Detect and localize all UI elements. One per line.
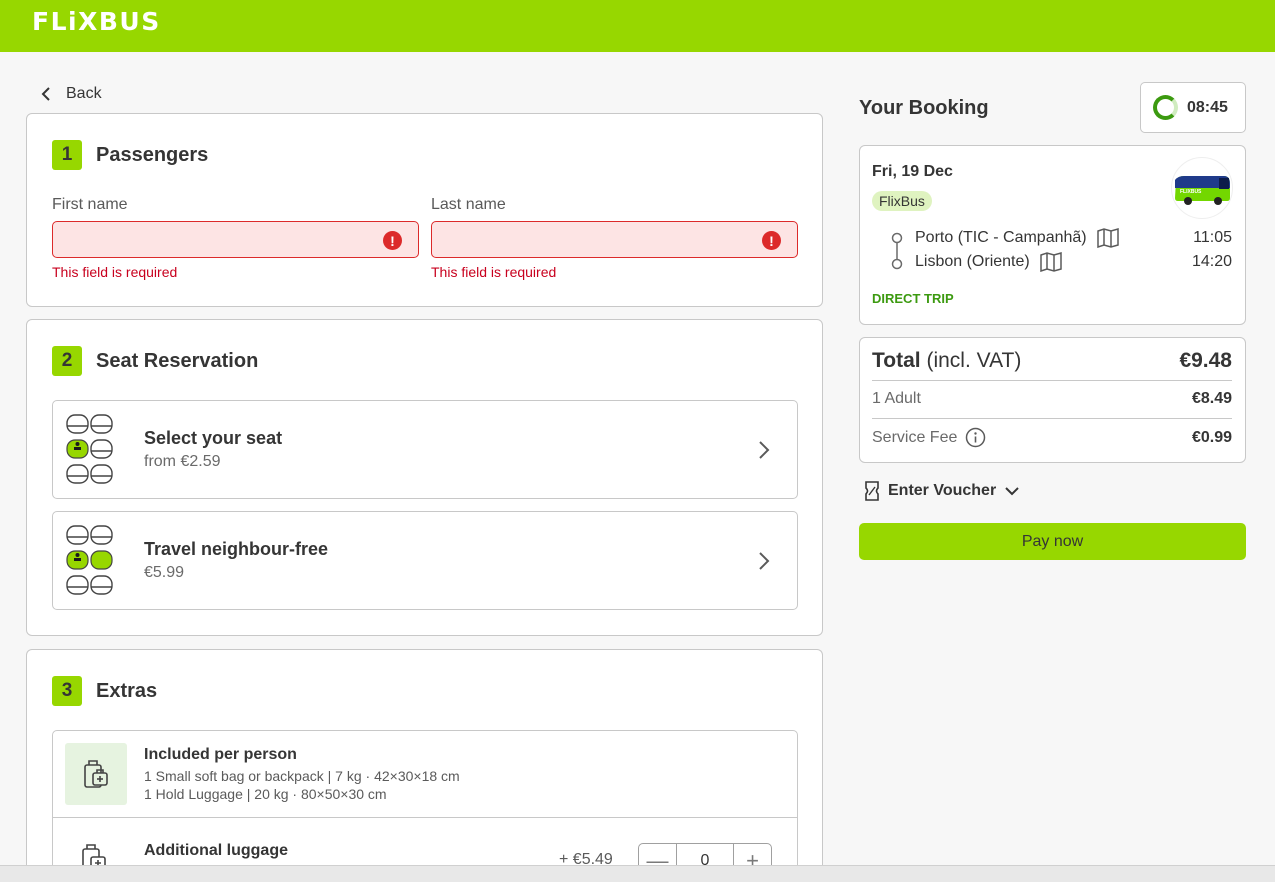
first-name-label: First name xyxy=(52,196,128,213)
route-line-icon xyxy=(891,232,903,270)
section-number: 3 xyxy=(52,676,82,706)
total-row: Total (incl. VAT) €9.48 xyxy=(872,349,1232,373)
total-value: €9.48 xyxy=(1179,349,1232,372)
carrier-badge: FlixBus xyxy=(872,191,932,211)
booking-title: Your Booking xyxy=(859,97,989,119)
arrival-time: 14:20 xyxy=(1191,253,1232,270)
section-title: Seat Reservation xyxy=(96,349,259,372)
section-number: 2 xyxy=(52,346,82,376)
chevron-left-icon xyxy=(41,87,50,101)
included-line: 1 Small soft bag or backpack | 7 kg · 42… xyxy=(144,768,460,784)
voucher-label: Enter Voucher xyxy=(888,482,997,499)
total-label: Total (incl. VAT) xyxy=(872,349,1022,372)
service-fee-row: Service Fee €0.99 xyxy=(872,427,1232,448)
arrival-stop: Lisbon (Oriente) xyxy=(915,252,1062,272)
select-seat-option[interactable]: Select your seat from €2.59 xyxy=(52,400,798,499)
arrival-stop-name: Lisbon (Oriente) xyxy=(915,253,1030,270)
departure-stop-name: Porto (TIC - Campanhã) xyxy=(915,229,1087,246)
map-icon[interactable] xyxy=(1096,228,1119,248)
luggage-box: Included per person 1 Small soft bag or … xyxy=(52,730,798,882)
adult-label: 1 Adult xyxy=(872,390,921,407)
pay-now-button[interactable]: Pay now xyxy=(859,523,1246,560)
back-label: Back xyxy=(66,85,102,102)
included-line: 1 Hold Luggage | 20 kg · 80×50×30 cm xyxy=(144,786,387,802)
service-fee-value: €0.99 xyxy=(1191,428,1232,446)
option-title: Travel neighbour-free xyxy=(144,539,329,559)
horizontal-scrollbar[interactable] xyxy=(0,865,1275,882)
divider xyxy=(872,418,1232,419)
voucher-icon xyxy=(865,481,879,501)
divider xyxy=(53,817,797,818)
price-summary-card: Total (incl. VAT) €9.48 1 Adult €8.49 Se… xyxy=(859,337,1246,463)
seat-reservation-header: 2 Seat Reservation xyxy=(52,346,258,376)
flixbus-logo[interactable]: FLiXBUS xyxy=(32,7,161,36)
first-name-field[interactable]: ! xyxy=(52,221,419,258)
error-icon: ! xyxy=(383,231,402,250)
additional-luggage-title: Additional luggage xyxy=(144,842,288,859)
included-title: Included per person xyxy=(144,746,297,763)
divider xyxy=(872,380,1232,381)
seat-reservation-card: 2 Seat Reservation Select your seat from… xyxy=(26,319,823,636)
adult-value: €8.49 xyxy=(1191,390,1232,407)
bus-icon: FLIXBUS xyxy=(1171,157,1233,219)
info-icon[interactable] xyxy=(965,427,986,448)
extras-card: 3 Extras Included per person 1 Small sof… xyxy=(26,649,823,882)
neighbour-free-option[interactable]: Travel neighbour-free €5.99 xyxy=(52,511,798,610)
trip-card: Fri, 19 Dec FlixBus FLIXBUS Porto (TIC -… xyxy=(859,145,1246,325)
section-title: Passengers xyxy=(96,143,209,166)
luggage-icon-wrap xyxy=(65,743,127,805)
adult-row: 1 Adult €8.49 xyxy=(872,390,1232,408)
passengers-header: 1 Passengers xyxy=(52,140,208,170)
section-number: 1 xyxy=(52,140,82,170)
section-title: Extras xyxy=(96,679,158,702)
last-name-label: Last name xyxy=(431,196,506,213)
option-title: Select your seat xyxy=(144,428,283,448)
back-link[interactable]: Back xyxy=(38,83,102,105)
trip-date: Fri, 19 Dec xyxy=(872,163,953,180)
enter-voucher-toggle[interactable]: Enter Voucher xyxy=(864,481,1020,501)
seat-map-icon xyxy=(66,525,113,595)
option-price: €5.99 xyxy=(144,564,185,581)
last-name-error: This field is required xyxy=(431,264,557,280)
seat-map-icon xyxy=(66,414,113,484)
last-name-field[interactable]: ! xyxy=(431,221,798,258)
chevron-down-icon xyxy=(1005,487,1019,496)
top-bar: FLiXBUS xyxy=(0,0,1275,52)
passengers-card: 1 Passengers First name Last name ! ! Th… xyxy=(26,113,823,307)
option-price: from €2.59 xyxy=(144,453,221,470)
timer-icon xyxy=(1153,95,1178,120)
luggage-icon xyxy=(84,760,108,788)
direct-trip-label: DIRECT TRIP xyxy=(872,291,954,306)
service-fee-label: Service Fee xyxy=(872,427,986,448)
first-name-error: This field is required xyxy=(52,264,178,280)
departure-time: 11:05 xyxy=(1193,229,1232,246)
map-icon[interactable] xyxy=(1039,252,1062,272)
chevron-right-icon xyxy=(759,441,770,459)
bus-logo-text: FLIXBUS xyxy=(1180,189,1202,195)
extras-header: 3 Extras xyxy=(52,676,157,706)
chevron-right-icon xyxy=(759,552,770,570)
error-icon: ! xyxy=(762,231,781,250)
departure-stop: Porto (TIC - Campanhã) xyxy=(915,228,1119,248)
timer-value: 08:45 xyxy=(1187,98,1228,116)
session-timer: 08:45 xyxy=(1140,82,1246,133)
